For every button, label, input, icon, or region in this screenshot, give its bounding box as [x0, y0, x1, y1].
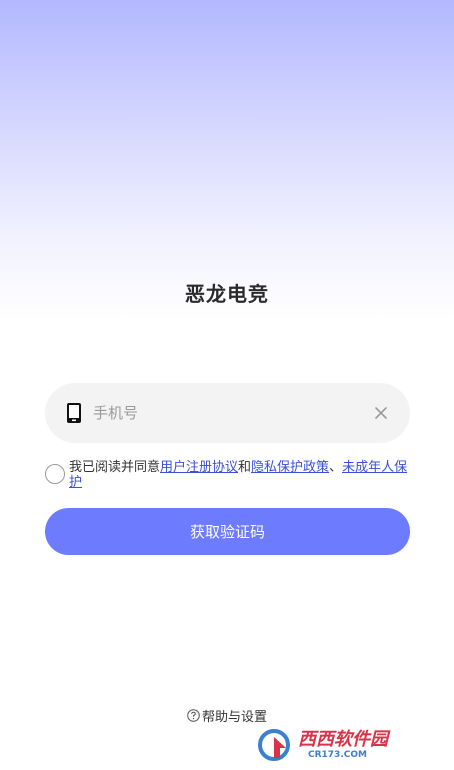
- agreement-and: 和: [238, 460, 252, 475]
- privacy-policy-link[interactable]: 隐私保护政策: [251, 460, 329, 475]
- phone-icon: [65, 402, 83, 424]
- question-circle-icon: [187, 709, 200, 722]
- phone-input[interactable]: [93, 404, 374, 422]
- watermark-main-text: 西西软件园: [298, 729, 388, 750]
- watermark: 西西软件园 CR173.COM: [256, 728, 434, 762]
- phone-field[interactable]: [45, 383, 410, 443]
- watermark-logo-icon: [258, 729, 290, 761]
- agreement-prefix: 我已阅读并同意: [69, 460, 161, 475]
- watermark-sub-text: CR173.COM: [308, 750, 367, 760]
- help-settings-link[interactable]: 帮助与设置: [0, 706, 454, 725]
- user-agreement-link[interactable]: 用户注册协议: [160, 460, 238, 475]
- agreement-separator: 、: [329, 460, 343, 475]
- app-title: 恶龙电竞: [185, 282, 269, 306]
- get-code-button[interactable]: 获取验证码: [45, 508, 410, 555]
- agreement-row: 我已阅读并同意用户注册协议和隐私保护政策、未成年人保护: [45, 460, 410, 490]
- agree-checkbox[interactable]: [45, 464, 65, 484]
- help-settings-label: 帮助与设置: [201, 710, 267, 725]
- close-icon[interactable]: [374, 406, 388, 420]
- agreement-text: 我已阅读并同意用户注册协议和隐私保护政策、未成年人保护: [69, 460, 410, 490]
